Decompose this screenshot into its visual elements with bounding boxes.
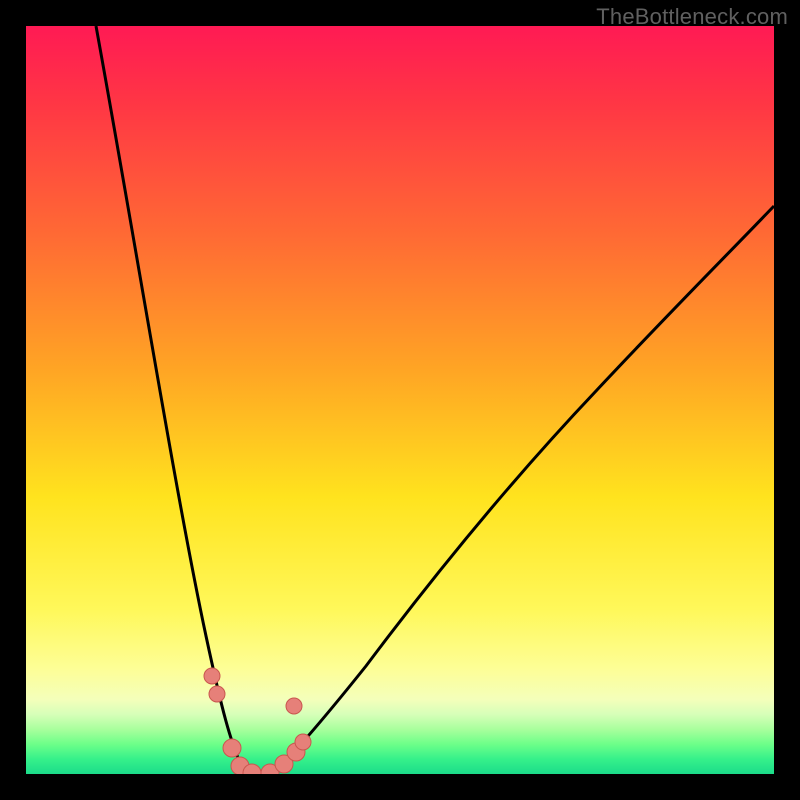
watermark-text: TheBottleneck.com	[596, 4, 788, 30]
marker-point	[286, 698, 302, 714]
marker-point	[223, 739, 241, 757]
plot-area	[26, 26, 774, 774]
marker-group	[204, 668, 311, 774]
curve-left-branch	[96, 26, 244, 771]
marker-point	[204, 668, 220, 684]
marker-point	[209, 686, 225, 702]
curve-right-branch	[276, 206, 774, 771]
curve-layer	[26, 26, 774, 774]
marker-point	[295, 734, 311, 750]
chart-frame: TheBottleneck.com	[0, 0, 800, 800]
